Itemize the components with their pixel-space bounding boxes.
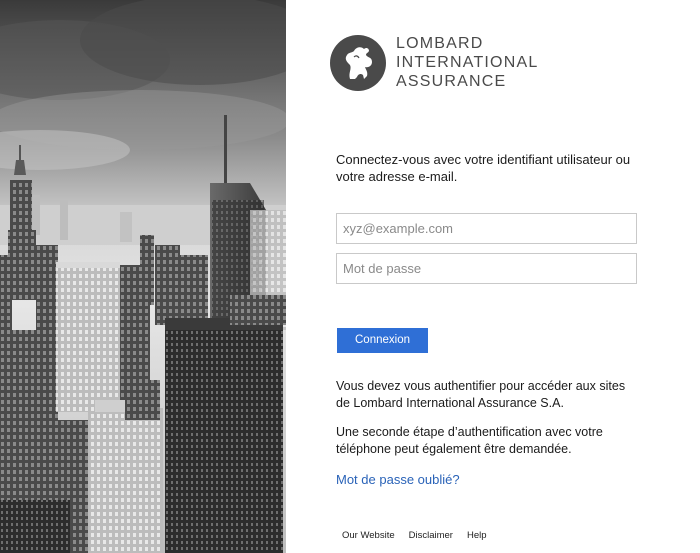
password-field[interactable]: [336, 253, 637, 284]
wordmark-line-1: LOMBARD: [396, 35, 484, 52]
company-wordmark: LOMBARD INTERNATIONAL ASSURANCE: [396, 34, 538, 91]
sign-in-panel: LOMBARD INTERNATIONAL ASSURANCE Connecte…: [286, 0, 700, 553]
email-field[interactable]: [336, 213, 637, 244]
wordmark-line-3: ASSURANCE: [396, 73, 507, 90]
forgot-password-link[interactable]: Mot de passe oublié?: [336, 472, 460, 487]
footer-links: Our Website Disclaimer Help: [342, 530, 487, 541]
brand-header: LOMBARD INTERNATIONAL ASSURANCE: [330, 34, 538, 91]
footer-link-our-website[interactable]: Our Website: [342, 530, 395, 541]
footer-link-disclaimer[interactable]: Disclaimer: [409, 530, 453, 541]
wordmark-line-2: INTERNATIONAL: [396, 54, 539, 71]
background-photo: [0, 0, 286, 553]
lion-rampant-icon: [330, 34, 386, 91]
sign-in-button[interactable]: Connexion: [337, 328, 428, 353]
authentication-notice: Vous devez vous authentifier pour accéde…: [336, 379, 626, 410]
two-factor-notice: Une seconde étape d’authentification ave…: [336, 425, 603, 456]
sign-in-instructions: Connectez-vous avec votre identifiant ut…: [336, 152, 631, 184]
footer-link-help[interactable]: Help: [467, 530, 487, 541]
city-skyline-image: [0, 0, 286, 553]
